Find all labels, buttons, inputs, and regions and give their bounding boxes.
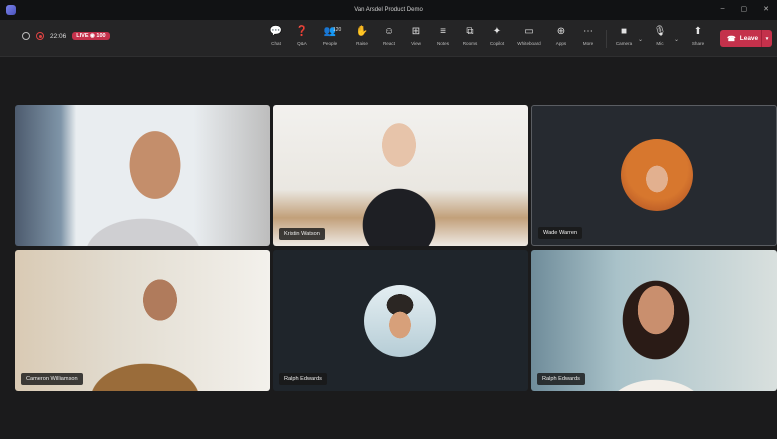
notes-button[interactable]: ≡ Notes xyxy=(431,26,455,52)
view-button[interactable]: ⊞ View xyxy=(404,26,428,52)
chat-icon: 💬 xyxy=(269,26,283,37)
react-icon: ☺ xyxy=(383,26,395,37)
camera-button[interactable]: ■ Camera xyxy=(612,26,636,52)
copilot-icon: ✦ xyxy=(492,26,502,37)
eye-icon: ◉ xyxy=(90,33,95,39)
rooms-button[interactable]: ⧉ Rooms xyxy=(458,26,482,52)
maximize-icon[interactable]: ▢ xyxy=(741,5,748,13)
share-label: Share xyxy=(691,41,705,46)
participant-tile-kristin-watson[interactable]: Kristin Watson xyxy=(273,105,528,246)
toolbar-divider xyxy=(606,30,607,48)
whiteboard-label: Whiteboard xyxy=(517,41,541,46)
recording-icon xyxy=(36,32,44,40)
window-title: Van Arsdel Product Demo xyxy=(354,7,423,13)
mic-label: Mic xyxy=(656,41,664,46)
people-count: 120 xyxy=(333,27,342,33)
react-button[interactable]: ☺ React xyxy=(377,26,401,52)
live-count: 100 xyxy=(96,33,106,39)
raise-hand-icon: ✋ xyxy=(355,26,369,37)
meeting-toolbar: 22:06 LIVE ◉ 100 💬 Chat ❓ Q&A 👥 120 Peop… xyxy=(0,20,777,57)
mic-icon: 🎙 xyxy=(653,26,667,37)
chat-button[interactable]: 💬 Chat xyxy=(264,26,288,52)
close-icon[interactable]: ✕ xyxy=(763,5,769,13)
camera-label: Camera xyxy=(615,41,633,46)
raise-label: Raise xyxy=(356,41,368,46)
apps-button[interactable]: ⊕ Apps xyxy=(549,26,573,52)
participant-tile-wade-warren[interactable]: Wade Warren xyxy=(531,105,777,246)
leave-button[interactable]: ☎ Leave ▾ xyxy=(720,30,772,47)
rooms-icon: ⧉ xyxy=(466,26,474,37)
rooms-label: Rooms xyxy=(462,41,478,46)
title-bar: Van Arsdel Product Demo – ▢ ✕ xyxy=(0,0,777,20)
notes-icon: ≡ xyxy=(440,26,446,37)
react-label: React xyxy=(382,41,395,46)
participant-name: Cameron Williamson xyxy=(21,373,83,385)
more-button[interactable]: ⋯ More xyxy=(576,26,600,52)
apps-icon: ⊕ xyxy=(556,26,566,37)
participant-name: Ralph Edwards xyxy=(537,373,585,385)
view-label: View xyxy=(411,41,421,46)
participant-tile-ralph-edwards-video[interactable]: Ralph Edwards xyxy=(531,250,777,391)
people-button[interactable]: 👥 120 People xyxy=(318,26,342,52)
participant-name: Wade Warren xyxy=(538,227,583,239)
qna-icon: ❓ xyxy=(295,26,309,37)
share-icon: ⬆ xyxy=(693,26,703,37)
apps-label: Apps xyxy=(555,41,567,46)
participant-tile-cameron-williamson[interactable]: Cameron Williamson xyxy=(15,250,270,391)
participant-name: Ralph Edwards xyxy=(279,373,327,385)
notes-label: Notes xyxy=(436,41,449,46)
mic-options-chevron-icon[interactable]: ⌄ xyxy=(674,36,679,43)
people-label: People xyxy=(322,41,338,46)
avatar xyxy=(364,285,436,357)
whiteboard-button[interactable]: ▭ Whiteboard xyxy=(517,26,541,52)
copilot-button[interactable]: ✦ Copilot xyxy=(485,26,509,52)
share-button[interactable]: ⬆ Share xyxy=(686,26,710,52)
copilot-label: Copilot xyxy=(489,41,505,46)
phone-hangup-icon: ☎ xyxy=(727,35,736,43)
raise-hand-button[interactable]: ✋ Raise xyxy=(350,26,374,52)
shield-icon[interactable] xyxy=(22,32,30,40)
minimize-icon[interactable]: – xyxy=(721,5,725,13)
meeting-timer: 22:06 xyxy=(50,32,67,40)
meeting-info: 22:06 LIVE ◉ 100 xyxy=(22,32,110,40)
whiteboard-icon: ▭ xyxy=(524,26,534,37)
live-badge: LIVE ◉ 100 xyxy=(72,32,110,40)
camera-options-chevron-icon[interactable]: ⌄ xyxy=(638,36,643,43)
more-label: More xyxy=(582,41,594,46)
avatar xyxy=(621,139,693,211)
camera-icon: ■ xyxy=(620,26,628,37)
participant-tile-1[interactable] xyxy=(15,105,270,246)
window-controls: – ▢ ✕ xyxy=(721,5,769,13)
teams-app-icon xyxy=(6,5,16,15)
leave-options-chevron-icon[interactable]: ▾ xyxy=(761,30,772,47)
qna-button[interactable]: ❓ Q&A xyxy=(290,26,314,52)
qna-label: Q&A xyxy=(297,41,307,46)
mic-button[interactable]: 🎙 Mic xyxy=(648,26,672,52)
more-icon: ⋯ xyxy=(583,26,593,37)
participant-tile-ralph-edwards-avatar[interactable]: Ralph Edwards xyxy=(273,250,528,391)
participant-name: Kristin Watson xyxy=(279,228,325,240)
chat-label: Chat xyxy=(271,41,281,46)
view-icon: ⊞ xyxy=(411,26,421,37)
leave-label: Leave xyxy=(739,35,759,42)
live-label: LIVE xyxy=(76,33,89,39)
